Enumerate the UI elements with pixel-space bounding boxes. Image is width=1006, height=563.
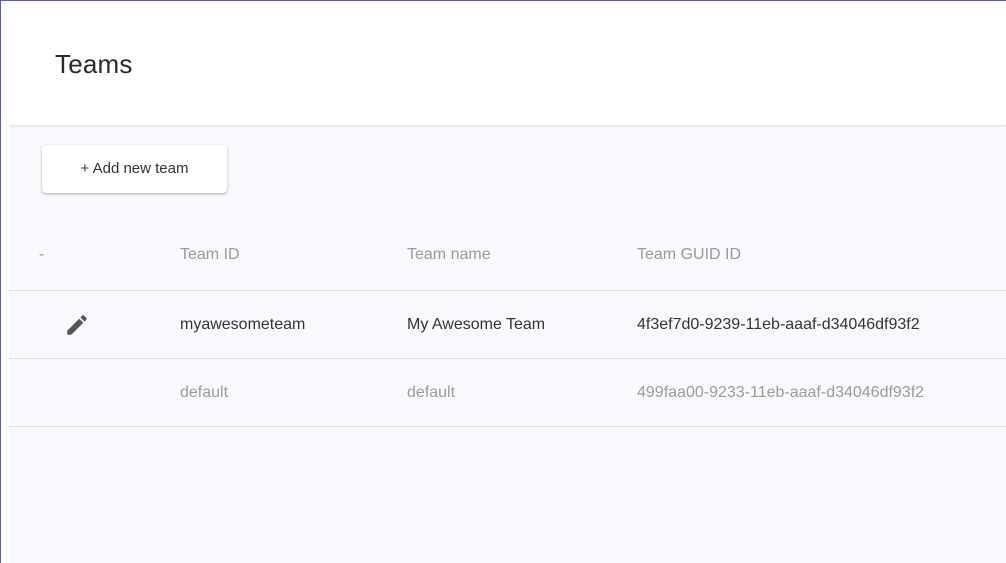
column-header-team-id[interactable]: Team ID bbox=[180, 220, 407, 291]
page-title: Teams bbox=[55, 49, 133, 79]
table-row[interactable]: default default 499faa00-9233-11eb-aaaf-… bbox=[9, 358, 1006, 427]
left-strip bbox=[2, 2, 9, 563]
page-header: Teams bbox=[1, 1, 1006, 126]
row-action-cell bbox=[9, 358, 180, 427]
team-guid-cell: 4f3ef7d0-9239-11eb-aaaf-d34046df93f2 bbox=[637, 290, 1006, 359]
team-name-cell: default bbox=[407, 358, 637, 427]
table-header-row: - Team ID Team name Team GUID ID bbox=[9, 220, 1006, 291]
column-header-team-name[interactable]: Team name bbox=[407, 220, 637, 291]
team-name-cell: My Awesome Team bbox=[407, 290, 637, 359]
main-content: + Add new team - Team ID Team name Team … bbox=[9, 126, 1006, 563]
team-id-cell: default bbox=[180, 358, 407, 427]
team-guid-cell: 499faa00-9233-11eb-aaaf-d34046df93f2 bbox=[637, 358, 1006, 427]
app-frame: Teams + Add new team - Team ID Team name… bbox=[0, 0, 1006, 563]
edit-icon[interactable] bbox=[64, 312, 90, 338]
column-header-action: - bbox=[9, 220, 180, 291]
row-action-cell bbox=[9, 290, 180, 359]
team-id-cell: myawesometeam bbox=[180, 290, 407, 359]
table-row[interactable]: myawesometeam My Awesome Team 4f3ef7d0-9… bbox=[9, 290, 1006, 359]
column-header-team-guid[interactable]: Team GUID ID bbox=[637, 220, 1006, 291]
teams-table: - Team ID Team name Team GUID ID myaweso… bbox=[9, 220, 1006, 427]
add-new-team-button[interactable]: + Add new team bbox=[42, 145, 227, 193]
